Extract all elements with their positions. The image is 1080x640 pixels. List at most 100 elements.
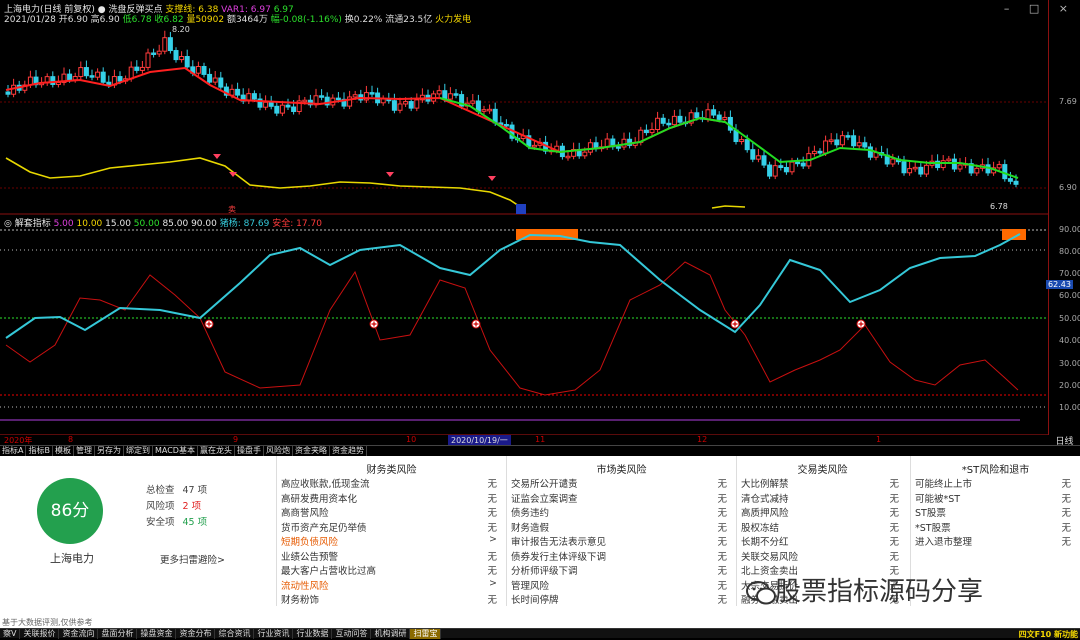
stat-risk-label: 风险项 [146,501,175,512]
risk-row-value: 无 [889,493,899,505]
candle-body [789,161,795,173]
risk-row-value: > [489,577,497,589]
risk-row[interactable]: 高应收账款,低现金流 无 [281,476,503,490]
risk-row[interactable]: 高商誉风险 无 [281,505,503,519]
disclaimer: 基于大数据评测,仅供参考 [2,618,93,627]
candle-body [839,135,845,146]
candle-body [134,66,140,71]
risk-row-value: 无 [1061,508,1071,519]
tab-trader[interactable]: 操盘手 [235,446,264,456]
risk-row[interactable]: 审计报告无法表示意见 无 [511,534,733,548]
param-3: 15.00 [105,219,131,229]
risk-row-value: 无 [889,479,899,490]
candle-body [907,168,913,174]
tab-fund-strategy[interactable]: 资金夹略 [293,446,330,456]
tab-template[interactable]: 模板 [53,446,74,456]
time-label: 1 [876,435,882,444]
time-label: 9 [233,435,239,444]
risk-row[interactable]: 最大客户占营收比过高 无 [281,563,503,577]
stat-total: 总检查 47 项 [146,482,207,496]
risk-row-label: 债务违约 [511,508,550,519]
candle-body [5,91,11,95]
tab-manage[interactable]: 管理 [74,446,95,456]
tab-leader[interactable]: 赢在龙头 [198,446,235,456]
status-right[interactable]: 四文F10 新功能 [1019,629,1078,640]
risk-row[interactable]: 可能被*ST 无 [915,491,1077,505]
candle-body [319,95,325,98]
risk-row[interactable]: 流动性风险 > [281,577,503,592]
risk-row[interactable]: ST股票 无 [915,505,1077,519]
risk-row[interactable]: 清仓式减持 无 [741,491,905,505]
risk-row-value: 无 [717,566,727,577]
risk-row[interactable]: 业绩公告预警 无 [281,549,503,563]
price-tick: 7.69 [1059,97,1077,106]
risk-column-title: 财务类风险 [366,465,417,476]
risk-row[interactable]: *ST股票 无 [915,520,1077,534]
risk-row[interactable]: 分析师评级下调 无 [511,563,733,577]
risk-row-label: 短期负债风险 [281,537,339,548]
time-axis[interactable]: 2020年 8 9 10 2020/10/19/一 11 12 1 [0,434,1048,445]
buy-marker [516,204,526,214]
risk-row[interactable]: 债务违约 无 [511,505,733,519]
risk-row[interactable]: 财务造假 无 [511,520,733,534]
signal-diamond [213,154,221,159]
candle-body [946,158,952,162]
candle-body [83,67,89,77]
risk-row[interactable]: 进入退市整理 无 [915,534,1077,548]
risk-row-label: 管理风险 [511,580,550,592]
tab-save-as[interactable]: 另存为 [95,446,124,456]
time-label: 11 [535,435,546,444]
score-badge: 86分 [37,478,103,544]
sell-marker: 卖 [228,205,236,214]
risk-row-label: 财务粉饰 [281,595,320,606]
risk-row[interactable]: 大比例解禁 无 [741,476,905,490]
risk-row-label: 财务造假 [511,522,550,534]
ind-tick: 10.00 [1059,403,1080,412]
candle-body [50,76,56,85]
risk-row-value: 无 [1061,537,1071,548]
candle-body [78,67,84,78]
candle-body [335,97,341,101]
candle-body [391,100,397,111]
risk-row[interactable]: 长期不分红 无 [741,534,905,548]
candle-body [235,88,241,96]
risk-row[interactable]: 财务粉饰 无 [281,592,503,606]
risk-row[interactable]: 股权冻结 无 [741,520,905,534]
ind-tick: 70.00 [1059,269,1080,278]
risk-row[interactable]: 可能终止上市 无 [915,476,1077,490]
candle-body [744,139,750,151]
tab-indicator-a[interactable]: 指标A [0,446,27,456]
risk-row[interactable]: 货币资产充足仍举债 无 [281,520,503,534]
indicator-title-name[interactable]: ◎ 解套指标 [4,219,51,229]
param-4: 50.00 [133,219,160,229]
candle-body [397,103,403,111]
more-scan-link[interactable]: 更多扫雷避险> [160,552,225,566]
tab-macd[interactable]: MACD基本 [153,446,198,456]
candle-body [263,101,269,108]
high-price-label: 8.20 [172,25,190,34]
tab-bind[interactable]: 绑定到 [124,446,153,456]
tab-indicator-b[interactable]: 指标B [26,446,53,456]
candle-body [167,37,173,52]
risk-row-value: 无 [1061,522,1071,534]
risk-row-label: 长时间停牌 [511,595,559,606]
yellow-line-segment [711,205,746,209]
tab-fund-trend[interactable]: 资金趋势 [330,446,367,456]
candle-body [218,77,224,88]
risk-row[interactable]: 交易所公开谴责 无 [511,476,733,490]
time-label: 8 [68,435,74,444]
risk-row[interactable]: 债券发行主体评级下调 无 [511,549,733,563]
risk-row[interactable]: 证监会立案调查 无 [511,491,733,505]
tab-risk-cannon[interactable]: 风险炮 [264,446,293,456]
risk-row-label: 债券发行主体评级下调 [511,551,607,563]
risk-row[interactable]: 高研发费用资本化 无 [281,491,503,505]
candle-body [851,135,857,147]
candle-body [862,142,868,148]
risk-row[interactable]: 关联交易风险 无 [741,549,905,563]
risk-row[interactable]: 长时间停牌 无 [511,592,733,606]
risk-row-value: 无 [487,595,497,606]
risk-row[interactable]: 高质押风险 无 [741,505,905,519]
risk-row[interactable]: 短期负债风险 > [281,534,503,548]
risk-row[interactable]: 管理风险 无 [511,578,733,592]
period-button[interactable]: 日线 [1049,434,1080,447]
